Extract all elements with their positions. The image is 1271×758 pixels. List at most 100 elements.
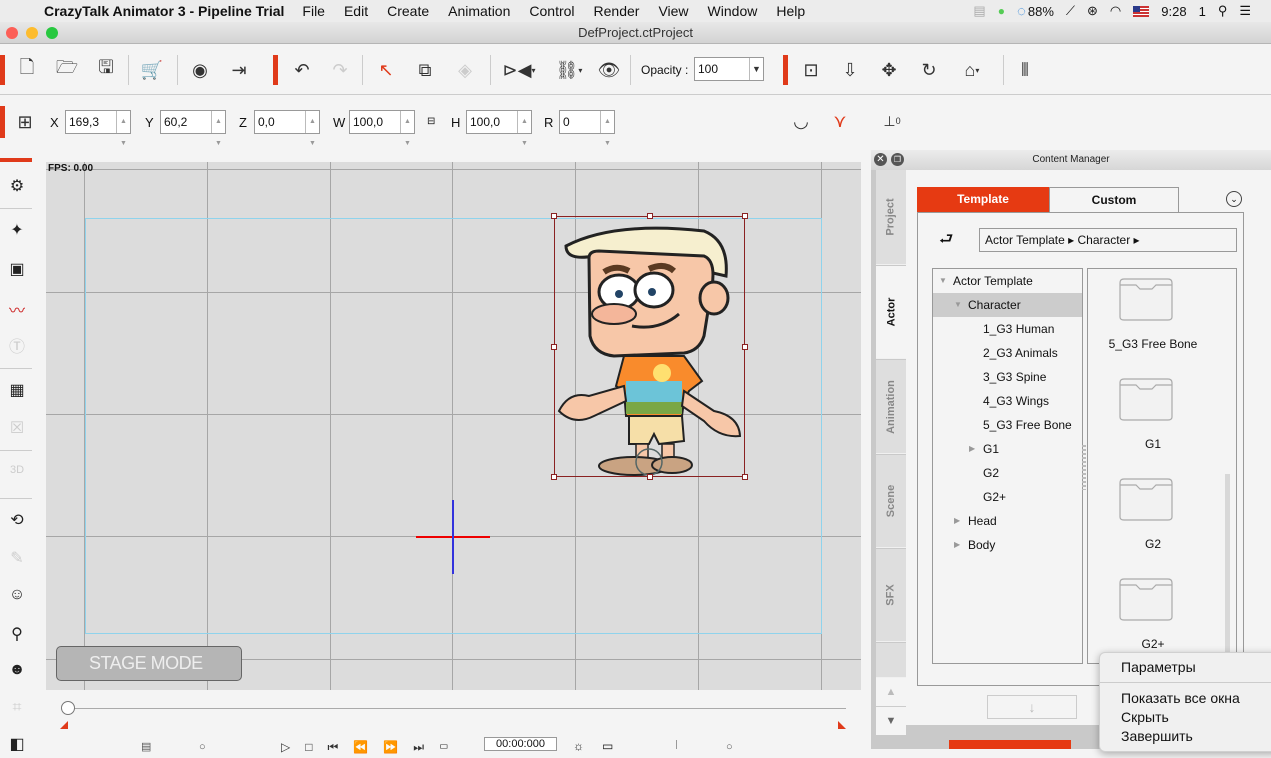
z-stepper[interactable]: ▲ ▼ <box>305 111 319 147</box>
float-panel-icon[interactable]: ❐ <box>891 153 904 166</box>
clock[interactable]: 9:28 <box>1161 4 1186 19</box>
motion-play-icon[interactable]: ⚲ <box>5 624 29 648</box>
tree-item[interactable]: 2_G3 Animals <box>933 341 1082 365</box>
menu-render[interactable]: Render <box>594 3 640 19</box>
y-field[interactable]: 60,2 ▲ ▼ <box>160 110 226 147</box>
link-ratio-icon[interactable]: ⊟ <box>427 116 435 127</box>
actor-settings-icon[interactable]: ⚙ <box>5 176 29 200</box>
resize-handle[interactable] <box>742 474 748 480</box>
close-window-button[interactable] <box>6 27 18 39</box>
scroll-up-icon[interactable]: ▲ <box>876 678 906 707</box>
resize-handle[interactable] <box>551 213 557 219</box>
back-arrow-icon[interactable]: ⮐ <box>939 228 953 255</box>
resize-handle[interactable] <box>551 474 557 480</box>
subtitle-icon[interactable]: ▭ <box>602 739 613 753</box>
x-field[interactable]: 169,3 ▲ ▼ <box>65 110 131 147</box>
tab-custom[interactable]: Custom <box>1049 187 1179 212</box>
undo-icon[interactable]: ↶ <box>289 57 315 83</box>
wifi-icon[interactable]: ◠ <box>1110 3 1121 19</box>
folder-item[interactable]: 5_G3 Free Bone <box>1088 269 1218 357</box>
flag-us-icon[interactable] <box>1133 5 1150 17</box>
link-dropdown-icon[interactable]: ⛓ ▾ <box>550 57 588 83</box>
side-tab-scene[interactable]: Scene <box>876 455 906 548</box>
app-name-menu[interactable]: CrazyTalk Animator 3 - Pipeline Trial <box>44 3 284 19</box>
notification-center-icon[interactable]: ☰ <box>1239 3 1251 19</box>
tree-item[interactable]: ▼ Character <box>933 293 1082 317</box>
audio-wave-icon[interactable]: 〰 <box>5 297 29 321</box>
h-field[interactable]: 100,0 ▲ ▼ <box>466 110 532 147</box>
folder-item[interactable]: G2 <box>1088 467 1218 557</box>
tree-item[interactable]: 4_G3 Wings <box>933 389 1082 413</box>
preview-icon[interactable]: ◉ <box>187 57 213 83</box>
ease-curve-icon[interactable]: ◡ <box>788 108 814 134</box>
resize-handle[interactable] <box>742 344 748 350</box>
face-play-icon[interactable]: ☻ <box>5 661 29 685</box>
tree-item[interactable]: G2 <box>933 461 1082 485</box>
sharp-curve-icon[interactable]: ⋎ <box>827 108 853 134</box>
side-tab-animation[interactable]: Animation <box>876 360 906 454</box>
store-cart-icon[interactable]: 🛒 <box>139 57 165 83</box>
perspective-icon[interactable]: ⦀ <box>1012 57 1038 83</box>
zoom-window-button[interactable] <box>46 27 58 39</box>
resize-handle[interactable] <box>742 213 748 219</box>
frame-settings-icon[interactable]: ▤ <box>141 740 151 753</box>
folder-item[interactable]: G1 <box>1088 367 1218 457</box>
transform-rotate-icon[interactable]: ⟲ <box>5 510 29 534</box>
collapse-arrow-icon[interactable]: ▶ <box>954 533 960 557</box>
move-icon[interactable]: ✥ <box>876 57 902 83</box>
anchor-grid-icon[interactable]: ⊞ <box>12 109 38 135</box>
battery-percent[interactable]: 88% <box>1028 4 1054 19</box>
collapse-arrow-icon[interactable]: ▶ <box>969 437 975 461</box>
grid-scrollbar[interactable] <box>1225 474 1230 663</box>
airdrop-icon[interactable]: ⟋ <box>1066 3 1075 19</box>
next-frame-icon[interactable]: ⏩ <box>383 740 413 754</box>
new-project-icon[interactable]: 🗋 <box>14 57 40 83</box>
move-z-icon[interactable]: ⇩ <box>837 57 863 83</box>
menu-create[interactable]: Create <box>387 3 429 19</box>
folder-item[interactable]: G2+ <box>1088 567 1218 657</box>
scroll-indicator-icon[interactable]: ▤ <box>973 3 985 19</box>
close-panel-icon[interactable]: ✕ <box>874 153 887 166</box>
grid-select-icon[interactable]: ⌗ <box>5 699 29 723</box>
tree-item[interactable]: 3_G3 Spine <box>933 365 1082 389</box>
stage-mode-button[interactable]: STAGE MODE <box>56 646 242 681</box>
fill-bucket-icon[interactable]: ◈ <box>452 57 478 83</box>
scroll-down-icon[interactable]: ▼ <box>876 707 906 735</box>
first-frame-icon[interactable]: ⏮ <box>327 740 353 754</box>
apply-down-arrow-button[interactable]: ↓ <box>987 695 1077 719</box>
3d-icon[interactable]: 3D <box>5 464 29 488</box>
redo-icon[interactable]: ↷ <box>327 57 353 83</box>
tab-template[interactable]: Template <box>917 187 1049 212</box>
select-arrow-icon[interactable]: ↖ <box>373 57 399 83</box>
menu-animation[interactable]: Animation <box>448 3 510 19</box>
tree-item[interactable]: ▶ Head <box>933 509 1082 533</box>
tree-item[interactable]: ▶ Body <box>933 533 1082 557</box>
timeline-track[interactable] <box>66 708 846 709</box>
x-stepper[interactable]: ▲ ▼ <box>116 111 130 147</box>
menu-window[interactable]: Window <box>708 3 758 19</box>
visibility-eye-icon[interactable]: 👁 <box>596 57 622 83</box>
save-icon[interactable]: 🖫 <box>93 57 119 83</box>
bone-edit-icon[interactable]: ☒ <box>5 418 29 442</box>
flip-dropdown-icon[interactable]: ⊳◀ ▾ <box>500 57 538 83</box>
menu-item-show-all-windows[interactable]: Показать все окна <box>1121 690 1240 706</box>
w-field[interactable]: 100,0 ▲ ▼ <box>349 110 415 147</box>
tree-item[interactable]: 1_G3 Human <box>933 317 1082 341</box>
side-tab-actor[interactable]: Actor <box>876 266 906 359</box>
camera-view-icon[interactable]: ⊡ <box>798 57 824 83</box>
expand-arrow-icon[interactable]: ▼ <box>954 293 962 317</box>
loop-icon[interactable]: ▭ <box>439 740 464 754</box>
range-start-marker[interactable] <box>60 721 68 729</box>
text-bubble-icon[interactable]: Ⓣ <box>5 333 29 357</box>
menu-edit[interactable]: Edit <box>344 3 368 19</box>
side-tab-sfx[interactable]: SFX <box>876 549 906 642</box>
w-stepper[interactable]: ▲ ▼ <box>400 111 414 147</box>
menu-view[interactable]: View <box>658 3 688 19</box>
zoom-knob-icon[interactable]: ○ <box>726 741 733 753</box>
y-stepper[interactable]: ▲ ▼ <box>211 111 225 147</box>
range-end-marker[interactable] <box>838 721 846 729</box>
timeline-scrubber[interactable] <box>61 701 75 715</box>
actor-puppet-icon[interactable]: ✦ <box>5 220 29 244</box>
timeline-grid-icon[interactable]: ▦ <box>5 380 29 404</box>
splitter-handle[interactable] <box>1082 445 1086 490</box>
